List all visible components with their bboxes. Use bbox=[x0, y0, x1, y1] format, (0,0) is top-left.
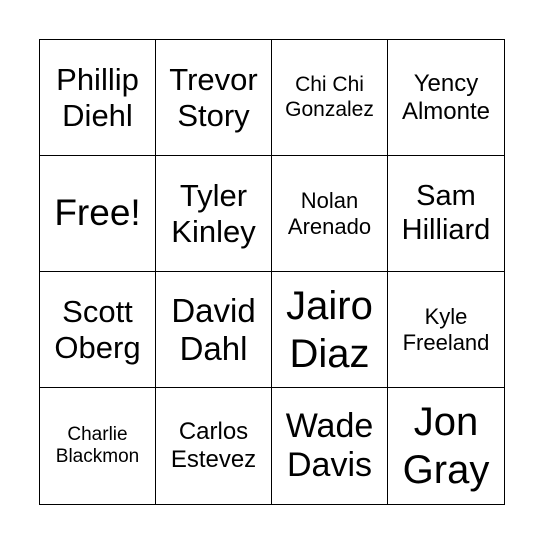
cell-line: Free! bbox=[54, 192, 141, 234]
cell-line: Nolan bbox=[300, 188, 359, 214]
cell-line: Freeland bbox=[402, 329, 490, 355]
bingo-cell[interactable]: Jairo Diaz bbox=[272, 272, 388, 388]
cell-line: Estevez bbox=[170, 446, 257, 473]
cell-line: Gonzalez bbox=[285, 97, 374, 121]
cell-line: Davis bbox=[286, 446, 373, 484]
cell-line: Charlie bbox=[67, 424, 128, 446]
bingo-cell[interactable]: Wade Davis bbox=[272, 388, 388, 504]
cell-line: Blackmon bbox=[55, 446, 140, 467]
cell-line: Jon bbox=[413, 400, 479, 444]
bingo-cell[interactable]: Yency Almonte bbox=[388, 40, 504, 156]
cell-line: Phillip bbox=[56, 61, 139, 97]
cell-line: Gray bbox=[402, 448, 490, 492]
cell-line: Diehl bbox=[62, 97, 133, 133]
cell-line: Tyler bbox=[179, 177, 248, 213]
cell-line: Carlos bbox=[178, 418, 249, 446]
cell-line: Hilliard bbox=[401, 213, 491, 246]
cell-line: Chi Chi bbox=[295, 73, 364, 97]
bingo-cell[interactable]: David Dahl bbox=[156, 272, 272, 388]
bingo-cell[interactable]: Kyle Freeland bbox=[388, 272, 504, 388]
bingo-cell[interactable]: Chi Chi Gonzalez bbox=[272, 40, 388, 156]
cell-line: Kinley bbox=[171, 213, 256, 249]
cell-line: Yency bbox=[413, 69, 479, 97]
cell-line: Kyle bbox=[424, 304, 468, 330]
bingo-cell[interactable]: Charlie Blackmon bbox=[40, 388, 156, 504]
bingo-cell[interactable]: Trevor Story bbox=[156, 40, 272, 156]
cell-line: Wade bbox=[285, 406, 374, 445]
bingo-card: Phillip Diehl Trevor Story Chi Chi Gonzalez… bbox=[39, 39, 505, 505]
free-cell[interactable]: Free! bbox=[40, 156, 156, 272]
cell-line: David bbox=[171, 291, 256, 329]
bingo-cell[interactable]: Jon Gray bbox=[388, 388, 504, 504]
bingo-cell[interactable]: Sam Hilliard bbox=[388, 156, 504, 272]
cell-line: Almonte bbox=[401, 97, 491, 125]
bingo-cell[interactable]: Tyler Kinley bbox=[156, 156, 272, 272]
bingo-cell[interactable]: Phillip Diehl bbox=[40, 40, 156, 156]
cell-line: Scott bbox=[62, 293, 133, 329]
cell-line: Arenado bbox=[287, 213, 372, 239]
cell-line: Story bbox=[177, 97, 250, 133]
bingo-cell[interactable]: Carlos Estevez bbox=[156, 388, 272, 504]
cell-line: Oberg bbox=[54, 329, 141, 365]
bingo-cell[interactable]: Nolan Arenado bbox=[272, 156, 388, 272]
cell-line: Jairo bbox=[286, 283, 373, 328]
cell-line: Diaz bbox=[289, 331, 370, 376]
cell-line: Sam bbox=[416, 180, 476, 213]
cell-line: Trevor bbox=[169, 61, 258, 97]
cell-line: Dahl bbox=[179, 329, 248, 367]
bingo-cell[interactable]: Scott Oberg bbox=[40, 272, 156, 388]
